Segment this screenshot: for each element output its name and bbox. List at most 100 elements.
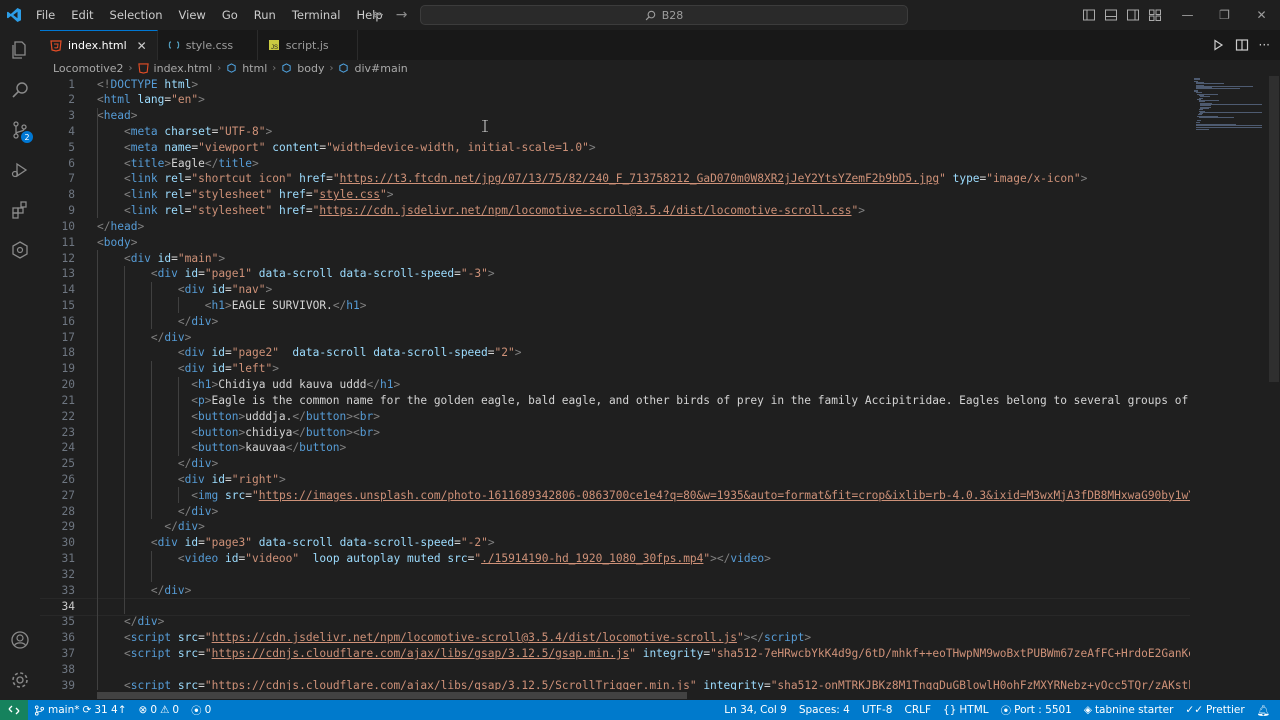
breadcrumb-folder[interactable]: Locomotive2: [53, 62, 124, 75]
tab-index-html[interactable]: index.html ✕: [40, 30, 158, 60]
extensions-icon[interactable]: [0, 190, 40, 230]
toggle-panel-icon[interactable]: [1104, 8, 1118, 22]
code-line[interactable]: 37 <script src="https://cdnjs.cloudflare…: [40, 646, 1190, 662]
restore-icon[interactable]: ❐: [1206, 0, 1243, 30]
more-actions-icon[interactable]: ···: [1259, 38, 1270, 52]
code-line[interactable]: 12 <div id="main">: [40, 251, 1190, 267]
remote-explorer-icon[interactable]: [0, 230, 40, 270]
code-line[interactable]: 27 <img src="https://images.unsplash.com…: [40, 488, 1190, 504]
problems-indicator[interactable]: ⊗ 0 ⚠ 0: [133, 700, 186, 720]
code-line[interactable]: 39 <script src="https://cdnjs.cloudflare…: [40, 678, 1190, 690]
customize-layout-icon[interactable]: [1148, 8, 1162, 22]
explorer-icon[interactable]: [0, 30, 40, 70]
code-line[interactable]: 1 <!DOCTYPE html>: [40, 77, 1190, 93]
code-line[interactable]: 38: [40, 662, 1190, 678]
split-editor-icon[interactable]: [1235, 38, 1249, 52]
notifications-bell-icon[interactable]: 🔔︎: [1251, 700, 1276, 720]
code-line[interactable]: 29 </div>: [40, 519, 1190, 535]
code-line[interactable]: 22 <button>udddja.</button><br>: [40, 409, 1190, 425]
code-line[interactable]: 14 <div id="nav">: [40, 282, 1190, 298]
code-line[interactable]: 35 </div>: [40, 614, 1190, 630]
code-line[interactable]: 10 </head>: [40, 219, 1190, 235]
code-line[interactable]: 3 <head>: [40, 108, 1190, 124]
cursor-position[interactable]: Ln 34, Col 9: [718, 700, 793, 720]
code-line[interactable]: 2 <html lang="en">: [40, 92, 1190, 108]
close-window-icon[interactable]: ✕: [1243, 0, 1280, 30]
code-line[interactable]: 28 </div>: [40, 504, 1190, 520]
code-line[interactable]: 8 <link rel="stylesheet" href="style.css…: [40, 187, 1190, 203]
menu-run[interactable]: Run: [246, 0, 284, 30]
manage-gear-icon[interactable]: [0, 660, 40, 700]
ports-indicator[interactable]: ⦿ 0: [185, 700, 217, 720]
run-play-icon[interactable]: [1211, 38, 1225, 52]
code-line[interactable]: 17 </div>: [40, 330, 1190, 346]
file-encoding[interactable]: UTF-8: [856, 700, 899, 720]
tabnine-status[interactable]: ◈ tabnine starter: [1078, 700, 1180, 720]
code-text: <div id="page1" data-scroll data-scroll-…: [150, 267, 495, 281]
code-line[interactable]: 32: [40, 567, 1190, 583]
breadcrumb-file[interactable]: index.html: [154, 62, 213, 75]
menu-selection[interactable]: Selection: [102, 0, 171, 30]
code-line[interactable]: 13 <div id="page1" data-scroll data-scro…: [40, 266, 1190, 282]
minimize-icon[interactable]: —: [1169, 0, 1206, 30]
menu-go[interactable]: Go: [214, 0, 246, 30]
menu-edit[interactable]: Edit: [63, 0, 101, 30]
end-of-line[interactable]: CRLF: [898, 700, 937, 720]
close-tab-icon[interactable]: ✕: [137, 39, 147, 53]
command-center-search[interactable]: B28: [420, 5, 908, 25]
code-line[interactable]: 16 </div>: [40, 314, 1190, 330]
menu-file[interactable]: File: [28, 0, 63, 30]
code-line[interactable]: 24 <button>kauvaa</button>: [40, 440, 1190, 456]
code-line[interactable]: 6 <title>Eagle</title>: [40, 156, 1190, 172]
code-line[interactable]: 33 </div>: [40, 583, 1190, 599]
code-line[interactable]: 4 <meta charset="UTF-8">: [40, 124, 1190, 140]
tab-script-js[interactable]: JS script.js: [257, 30, 358, 60]
code-line[interactable]: 26 <div id="right">: [40, 472, 1190, 488]
account-icon[interactable]: [0, 620, 40, 660]
menu-terminal[interactable]: Terminal: [284, 0, 349, 30]
vertical-scrollbar-thumb[interactable]: [1269, 76, 1279, 382]
menu-view[interactable]: View: [171, 0, 214, 30]
breadcrumb-html[interactable]: html: [242, 62, 267, 75]
code-line[interactable]: 5 <meta name="viewport" content="width=d…: [40, 140, 1190, 156]
horizontal-scrollbar[interactable]: [97, 690, 1190, 700]
code-line[interactable]: 7 <link rel="shortcut icon" href="https:…: [40, 171, 1190, 187]
breadcrumb-div-main[interactable]: div#main: [354, 62, 407, 75]
toggle-primary-sidebar-icon[interactable]: [1082, 8, 1096, 22]
indentation[interactable]: Spaces: 4: [793, 700, 856, 720]
code-line[interactable]: 18 <div id="page2" data-scroll data-scro…: [40, 345, 1190, 361]
code-line[interactable]: 19 <div id="left">: [40, 361, 1190, 377]
toggle-secondary-sidebar-icon[interactable]: [1126, 8, 1140, 22]
line-number: 23: [61, 425, 75, 439]
code-line[interactable]: 23 <button>chidiya</button><br>: [40, 425, 1190, 441]
code-line[interactable]: 15 <h1>EAGLE SURVIVOR.</h1>: [40, 298, 1190, 314]
code-line[interactable]: 9 <link rel="stylesheet" href="https://c…: [40, 203, 1190, 219]
code-line[interactable]: 34: [40, 597, 1190, 616]
language-mode[interactable]: {} HTML: [937, 700, 995, 720]
tab-style-css[interactable]: style.css: [157, 30, 258, 60]
source-control-icon[interactable]: 2: [0, 110, 40, 150]
vertical-scrollbar[interactable]: [1268, 76, 1280, 690]
branch-indicator[interactable]: main* ⟳ 31 4↑: [28, 700, 133, 720]
code-editor[interactable]: 1 <!DOCTYPE html> 2 <html lang="en"> 3 <head>…: [40, 76, 1190, 690]
remote-indicator-icon[interactable]: [0, 700, 28, 720]
code-line[interactable]: 30 <div id="page3" data-scroll data-scro…: [40, 535, 1190, 551]
search-sidebar-icon[interactable]: [0, 70, 40, 110]
minimap[interactable]: [1190, 76, 1268, 690]
run-debug-icon[interactable]: [0, 150, 40, 190]
horizontal-scrollbar-thumb[interactable]: [97, 692, 687, 699]
code-line[interactable]: 20 <h1>Chidiya udd kauva uddd</h1>: [40, 377, 1190, 393]
code-line[interactable]: 21 <p>Eagle is the common name for the g…: [40, 393, 1190, 409]
line-number: 19: [61, 362, 75, 376]
status-bar-right: Ln 34, Col 9 Spaces: 4 UTF-8 CRLF {} HTML…: [718, 700, 1276, 720]
code-text: </div>: [150, 330, 192, 344]
code-line[interactable]: 11 <body>: [40, 235, 1190, 251]
live-server-port[interactable]: ⦿ Port : 5501: [995, 700, 1078, 720]
code-line[interactable]: 36 <script src="https://cdn.jsdelivr.net…: [40, 630, 1190, 646]
code-line[interactable]: 31 <video id="videoo" loop autoplay mute…: [40, 551, 1190, 567]
breadcrumb-body[interactable]: body: [297, 62, 324, 75]
back-arrow-icon[interactable]: ←: [372, 7, 384, 23]
code-line[interactable]: 25 </div>: [40, 456, 1190, 472]
prettier-status[interactable]: ✓✓ Prettier: [1179, 700, 1250, 720]
forward-arrow-icon[interactable]: →: [396, 7, 408, 23]
